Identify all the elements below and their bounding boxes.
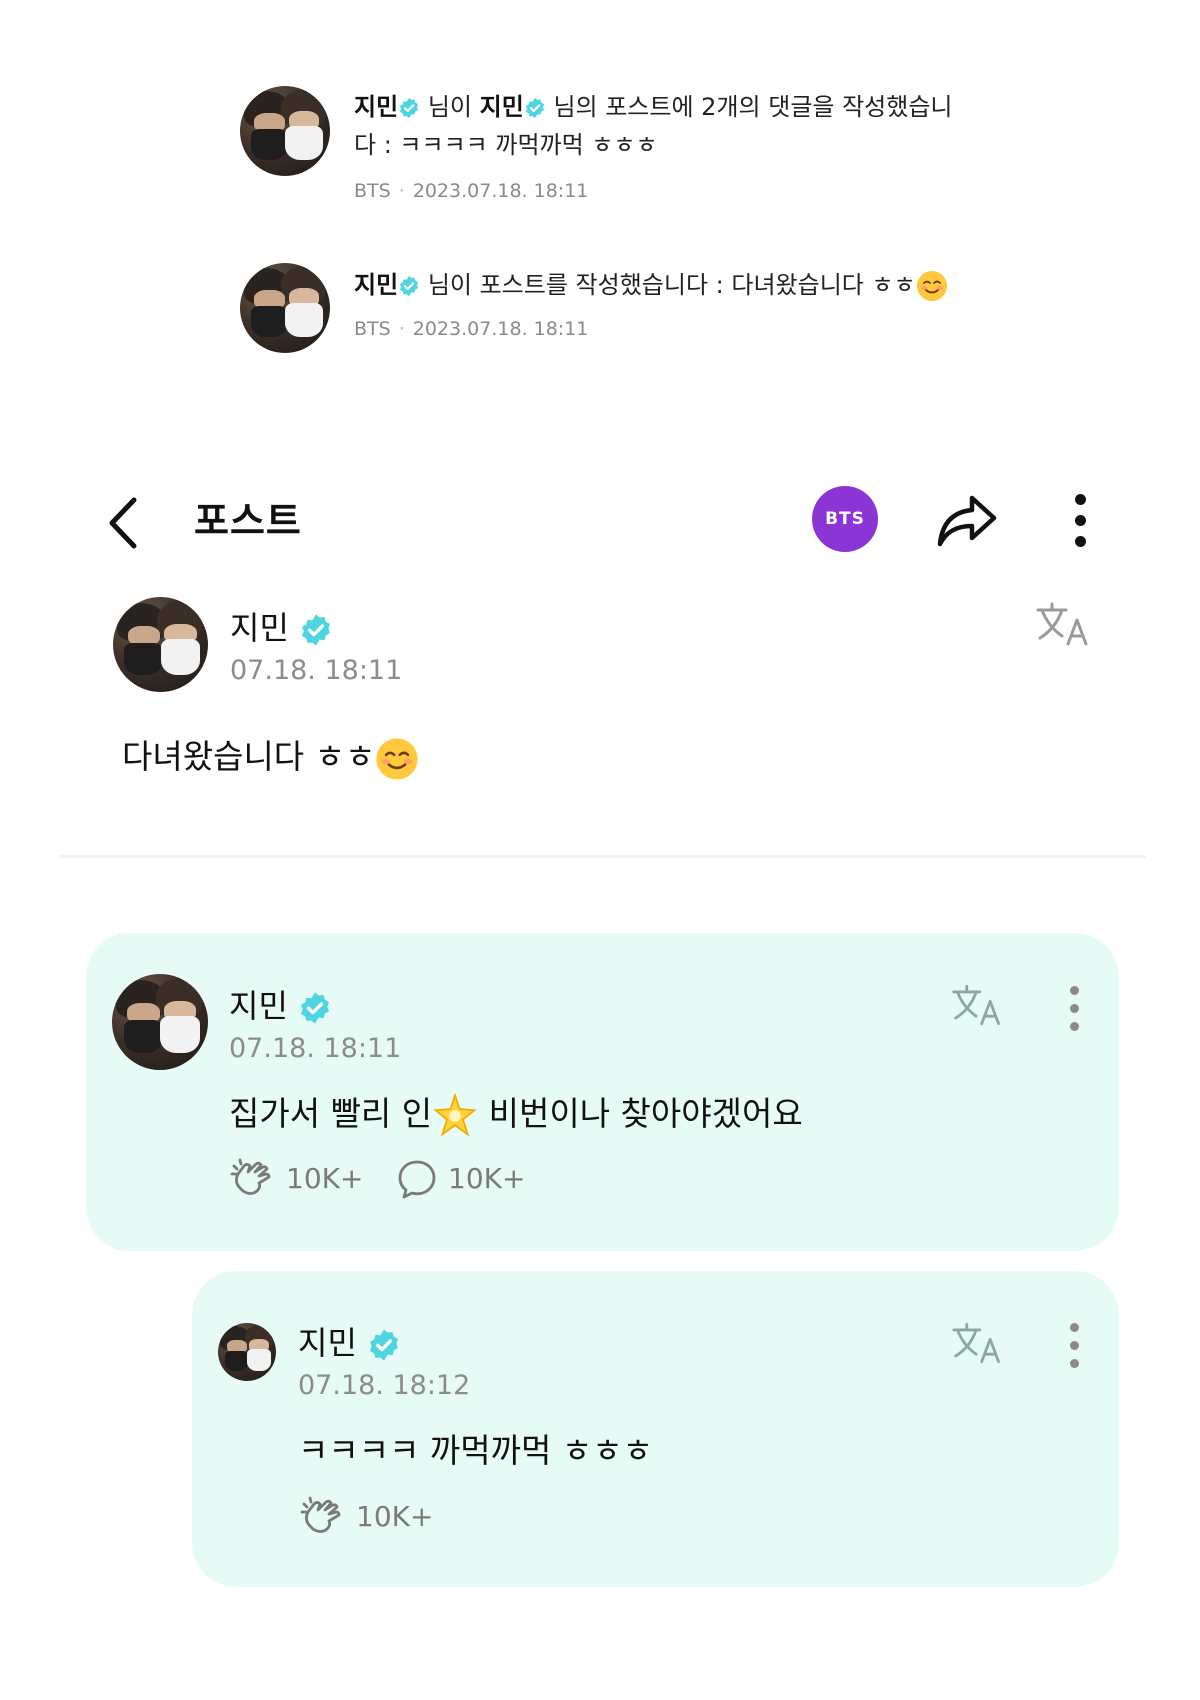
reply-author-avatar[interactable]	[218, 1323, 276, 1381]
notification-meta: BTS · 2023.07.18. 18:11	[354, 180, 588, 202]
author-name-text: 지민	[230, 609, 289, 647]
notification-phrase: 다 : ㅋㅋㅋㅋ 까먹까먹 ㅎㅎㅎ	[354, 131, 658, 159]
notification-avatar[interactable]	[240, 86, 330, 176]
share-arrow-icon[interactable]	[936, 490, 1000, 550]
post-body: 다녀왔습니다 ㅎㅎ	[122, 730, 419, 781]
notification-timestamp: 2023.07.18. 18:11	[412, 180, 589, 202]
reply-author-name[interactable]: 지민	[298, 1318, 401, 1364]
smiling-face-emoji-icon	[376, 737, 418, 780]
back-chevron-icon[interactable]	[104, 496, 144, 550]
translate-icon[interactable]	[950, 982, 1006, 1028]
comment-author-name[interactable]: 지민	[229, 981, 332, 1027]
verified-badge-icon	[301, 992, 330, 1024]
notification-target-user: 지민	[479, 93, 524, 121]
notification-user: 지민	[354, 93, 399, 121]
meta-separator: ·	[398, 180, 405, 202]
page-title: 포스트	[194, 499, 302, 543]
like-count: 10K+	[286, 1162, 364, 1195]
notification-text[interactable]: 지민 님이 포스트를 작성했습니다 : 다녀왔습니다 ㅎㅎ	[354, 266, 1034, 304]
cheer-like-icon[interactable]	[300, 1496, 346, 1538]
notification-timestamp: 2023.07.18. 18:11	[412, 318, 589, 340]
notification-phrase: 님이 포스트를 작성했습니다 : 다녀왔습니다 ㅎㅎ	[427, 271, 916, 299]
notification-community: BTS	[354, 318, 391, 340]
notification-user: 지민	[354, 271, 399, 299]
like-count: 10K+	[356, 1500, 434, 1533]
notification-avatar[interactable]	[240, 263, 330, 353]
reply-body: ㅋㅋㅋㅋ 까먹까먹 ㅎㅎㅎ	[298, 1431, 653, 1470]
notification-text[interactable]: 지민 님이 지민 님의 포스트에 2개의 댓글을 작성했습니 다 : ㅋㅋㅋㅋ …	[354, 88, 954, 164]
meta-separator: ·	[398, 318, 405, 340]
reply-bubble-icon[interactable]	[396, 1158, 438, 1200]
comment-timestamp: 07.18. 18:11	[229, 1033, 402, 1064]
comment-author-avatar[interactable]	[112, 974, 208, 1070]
post-author-name[interactable]: 지민	[230, 603, 333, 649]
post-body-text: 다녀왔습니다 ㅎㅎ	[122, 737, 376, 776]
reply-timestamp: 07.18. 18:12	[298, 1370, 471, 1401]
verified-badge-icon	[400, 97, 419, 119]
comment-body: 집가서 빨리 인 비번이나 찾아야겠어요	[229, 1087, 803, 1139]
comment-body-text: 집가서 빨리 인	[229, 1094, 433, 1133]
verified-badge-icon	[400, 275, 419, 297]
notification-meta: BTS · 2023.07.18. 18:11	[354, 318, 588, 340]
comment-more-icon[interactable]	[1068, 986, 1080, 1040]
post-timestamp: 07.18. 18:11	[230, 655, 403, 686]
verified-badge-icon	[370, 1329, 399, 1361]
notification-phrase: 님이	[427, 93, 472, 121]
translate-icon[interactable]	[1034, 600, 1094, 648]
reply-count: 10K+	[448, 1162, 526, 1195]
section-divider	[60, 855, 1146, 858]
smiling-face-emoji-icon	[916, 271, 947, 301]
post-author-avatar[interactable]	[113, 597, 208, 692]
reply-more-icon[interactable]	[1068, 1323, 1080, 1377]
notification-phrase: 님의 포스트에 2개의 댓글을 작성했습니	[553, 93, 953, 121]
glowing-star-emoji-icon	[433, 1092, 477, 1137]
verified-badge-icon	[525, 97, 544, 119]
community-chip[interactable]: BTS	[812, 486, 878, 552]
more-vertical-icon[interactable]	[1074, 494, 1086, 556]
verified-badge-icon	[302, 614, 331, 646]
notification-community: BTS	[354, 180, 391, 202]
author-name-text: 지민	[229, 987, 288, 1025]
cheer-like-icon[interactable]	[230, 1158, 276, 1200]
translate-icon[interactable]	[950, 1320, 1006, 1366]
author-name-text: 지민	[298, 1324, 357, 1362]
comment-body-text: 비번이나 찾아야겠어요	[478, 1094, 803, 1133]
